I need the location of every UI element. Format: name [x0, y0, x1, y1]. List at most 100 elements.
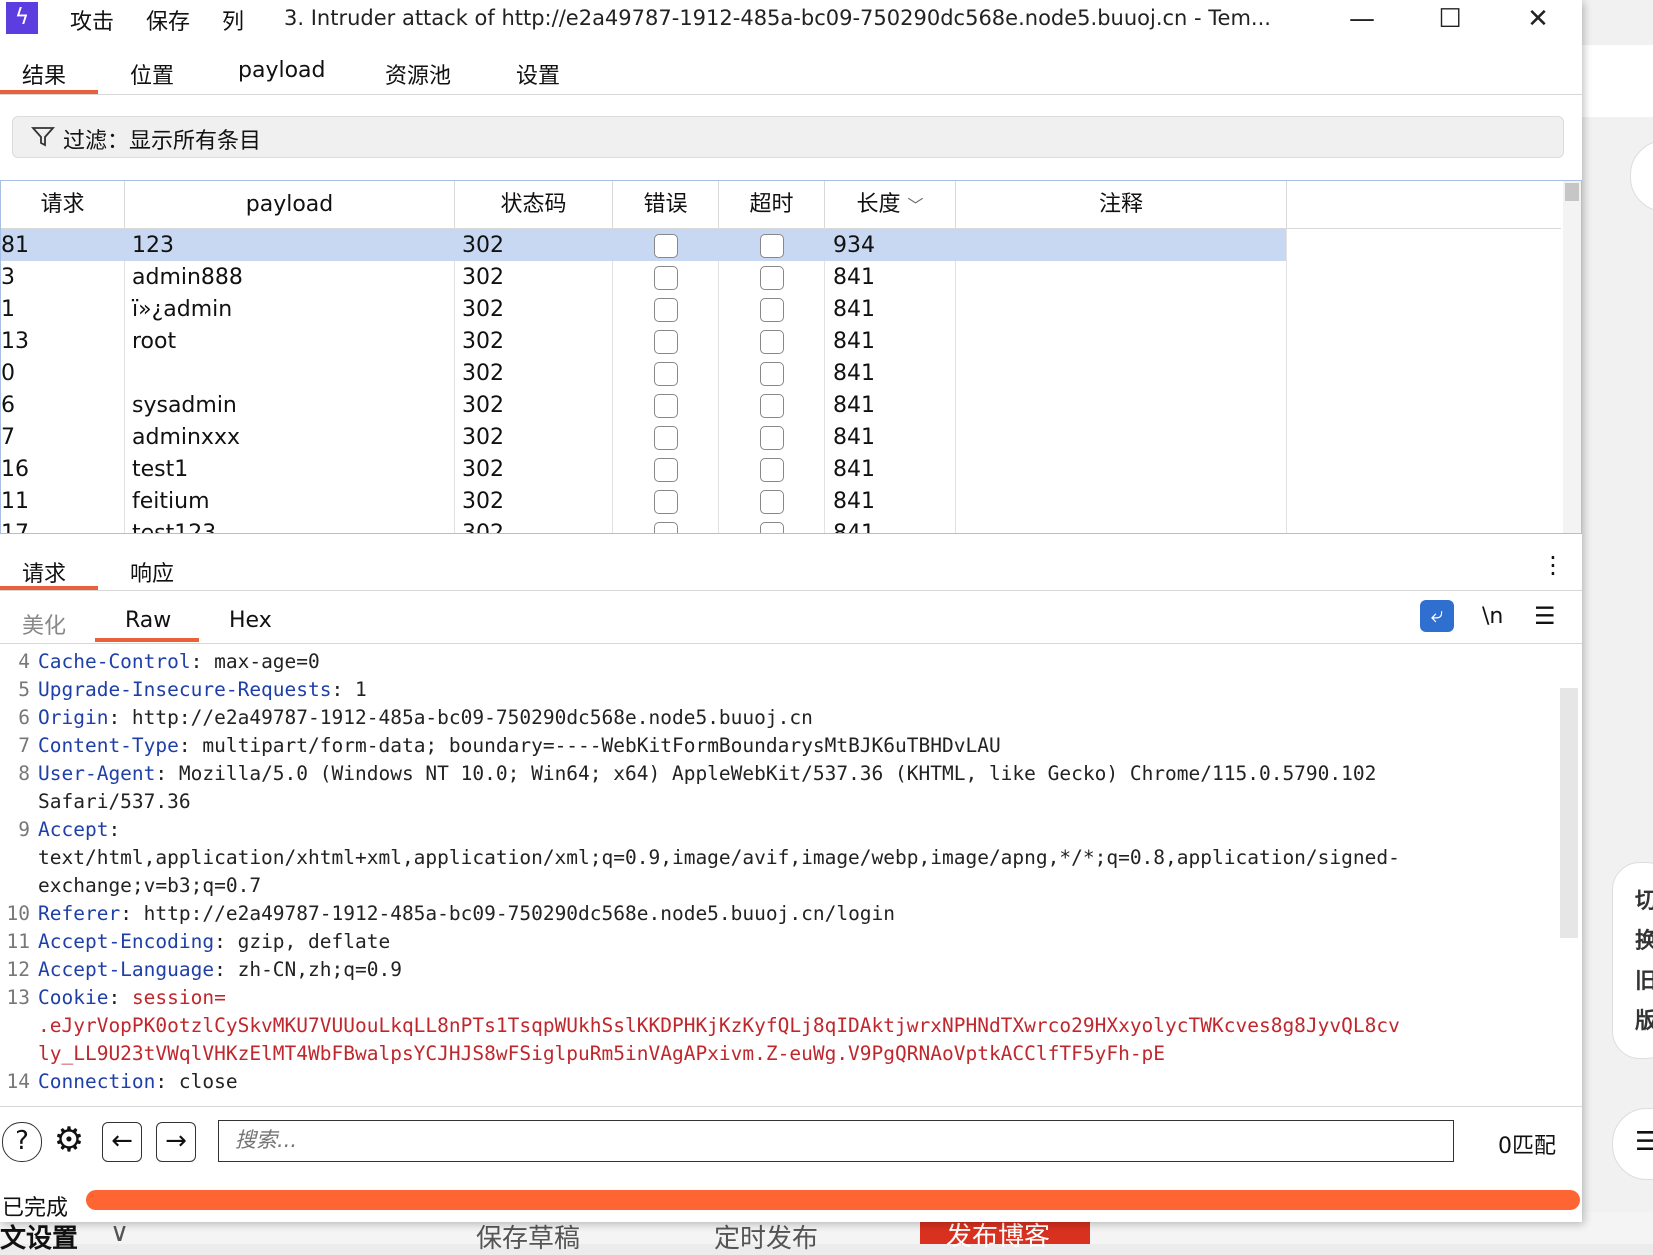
search-box[interactable] — [218, 1120, 1454, 1162]
menu-attack[interactable]: 攻击 — [70, 4, 114, 36]
header-value: : zh-CN,zh;q=0.9 — [214, 958, 402, 981]
gear-icon[interactable]: ⚙ — [50, 1122, 88, 1160]
tab-settings[interactable]: 设置 — [516, 58, 560, 90]
word-wrap-icon[interactable]: ⤶ — [1420, 600, 1454, 632]
editor-line: Cache-Control: max-age=0 — [38, 650, 320, 673]
close-icon[interactable]: ✕ — [1518, 2, 1558, 36]
cell-status: 302 — [462, 329, 504, 354]
tab-hex[interactable]: Hex — [229, 608, 272, 633]
table-row[interactable]: 3 admin888 302 841 — [1, 261, 1286, 293]
header-value: text/html,application/xhtml+xml,applicat… — [38, 846, 1400, 869]
cell-length: 934 — [833, 233, 875, 258]
tab-request[interactable]: 请求 — [22, 556, 66, 588]
maximize-icon[interactable]: ☐ — [1430, 2, 1470, 36]
column-header-status[interactable]: 状态码 — [455, 181, 613, 229]
header-name: Cache-Control — [38, 650, 191, 673]
error-checkbox — [654, 490, 678, 514]
match-count: 0匹配 — [1498, 1134, 1556, 1159]
table-row[interactable]: 16 test1 302 841 — [1, 453, 1286, 485]
show-newlines-toggle[interactable]: \n — [1482, 604, 1503, 629]
schedule-publish-button[interactable]: 定时发布 — [714, 1218, 818, 1255]
header-name: Accept — [38, 818, 109, 841]
timeout-checkbox — [760, 234, 784, 258]
table-row[interactable]: 7 adminxxx 302 841 — [1, 421, 1286, 453]
menu-save[interactable]: 保存 — [146, 4, 190, 36]
table-row[interactable]: 6 sysadmin 302 841 — [1, 389, 1286, 421]
editor-line: Accept-Encoding: gzip, deflate — [38, 930, 390, 953]
table-row[interactable]: 11 feitium 302 841 — [1, 485, 1286, 517]
tab-payload[interactable]: payload — [238, 58, 325, 83]
help-icon[interactable]: ? — [2, 1122, 42, 1162]
cell-request: 0 — [1, 361, 15, 386]
column-header-length[interactable]: 长度 ﹀ — [825, 181, 956, 229]
header-name: Connection — [38, 1070, 156, 1093]
switch-old-version-tab[interactable]: 切 换 旧 版 — [1612, 862, 1653, 1059]
raw-request-editor[interactable]: 4 Cache-Control: max-age=0 5 Upgrade-Insecu… — [0, 646, 1560, 1106]
cell-status: 302 — [462, 457, 504, 482]
tab-resource-pool[interactable]: 资源池 — [385, 58, 451, 90]
next-arrow-icon[interactable]: → — [156, 1122, 196, 1162]
header-name: Referer — [38, 902, 121, 925]
cell-status: 302 — [462, 521, 504, 534]
editor-line: Referer: http://e2a49787-1912-485a-bc09-… — [38, 902, 895, 925]
menu-icon[interactable]: ☰ — [1534, 602, 1556, 630]
editor-line: Connection: close — [38, 1070, 238, 1093]
line-number: 6 — [18, 706, 30, 729]
editor-scrollbar[interactable] — [1560, 688, 1578, 938]
editor-line: Cookie: session= — [38, 986, 226, 1009]
table-scrollbar[interactable] — [1563, 181, 1581, 533]
window-title: 3. Intruder attack of http://e2a49787-19… — [284, 6, 1271, 30]
cell-request: 7 — [1, 425, 15, 450]
filter-bar[interactable]: 过滤：显示所有条目 — [12, 116, 1564, 158]
tab-positions[interactable]: 位置 — [130, 58, 174, 90]
scrollbar-thumb[interactable] — [1565, 183, 1579, 201]
editor-line: ly_LL9U23tVWqlVHKzElMT4WbFBwalpsYCJHJS8w… — [38, 1042, 1165, 1065]
cell-payload: adminxxx — [132, 425, 240, 450]
column-header-timeout[interactable]: 超时 — [719, 181, 825, 229]
timeout-checkbox — [760, 426, 784, 450]
cell-payload: test1 — [132, 457, 189, 482]
tab-pretty[interactable]: 美化 — [22, 608, 66, 640]
editor-line: User-Agent: Mozilla/5.0 (Windows NT 10.0… — [38, 762, 1376, 785]
cell-status: 302 — [462, 265, 504, 290]
cookie-value: ly_LL9U23tVWqlVHKzElMT4WbFBwalpsYCJHJS8w… — [38, 1042, 1166, 1065]
editor-line: Content-Type: multipart/form-data; bound… — [38, 734, 1001, 757]
column-header-comment[interactable]: 注释 — [956, 181, 1287, 229]
column-header-length-label: 长度 — [856, 192, 901, 217]
header-name: Accept-Language — [38, 958, 215, 981]
table-row[interactable]: 1 ï»¿admin 302 841 — [1, 293, 1286, 325]
tab-raw[interactable]: Raw — [125, 608, 171, 633]
cell-payload: test123 — [132, 521, 217, 534]
timeout-checkbox — [760, 458, 784, 482]
cell-length: 841 — [833, 297, 875, 322]
column-header-payload[interactable]: payload — [125, 181, 455, 229]
header-value: : close — [155, 1070, 238, 1093]
more-options-icon[interactable]: · · · — [1548, 546, 1558, 586]
header-name: User-Agent — [38, 762, 156, 785]
tab-results[interactable]: 结果 — [22, 58, 66, 90]
header-value: : Mozilla/5.0 (Windows NT 10.0; Win64; x… — [155, 762, 1377, 785]
progress-bar — [86, 1190, 1580, 1210]
sort-desc-icon: ﹀ — [907, 196, 924, 215]
cell-payload: sysadmin — [132, 393, 237, 418]
cell-length: 841 — [833, 393, 875, 418]
minimize-icon[interactable]: — — [1342, 2, 1382, 36]
divider — [0, 643, 1582, 644]
previous-arrow-icon[interactable]: ← — [102, 1122, 142, 1162]
table-row[interactable]: 0 302 841 — [1, 357, 1286, 389]
cell-length: 841 — [833, 361, 875, 386]
line-number: 13 — [6, 986, 30, 1009]
column-header-error[interactable]: 错误 — [613, 181, 719, 229]
cell-request: 81 — [1, 233, 29, 258]
header-value: : gzip, deflate — [214, 930, 391, 953]
search-input[interactable] — [233, 1121, 1437, 1159]
line-number: 4 — [18, 650, 30, 673]
table-row[interactable]: 13 root 302 841 — [1, 325, 1286, 357]
table-row[interactable]: 17 test123 302 841 — [1, 517, 1286, 534]
tab-response[interactable]: 响应 — [130, 556, 174, 588]
save-draft-button[interactable]: 保存草稿 — [476, 1218, 580, 1255]
column-header-request[interactable]: 请求 — [1, 181, 125, 229]
table-row[interactable]: 81 123 302 934 — [1, 229, 1286, 261]
menu-columns[interactable]: 列 — [222, 4, 244, 36]
cell-status: 302 — [462, 233, 504, 258]
